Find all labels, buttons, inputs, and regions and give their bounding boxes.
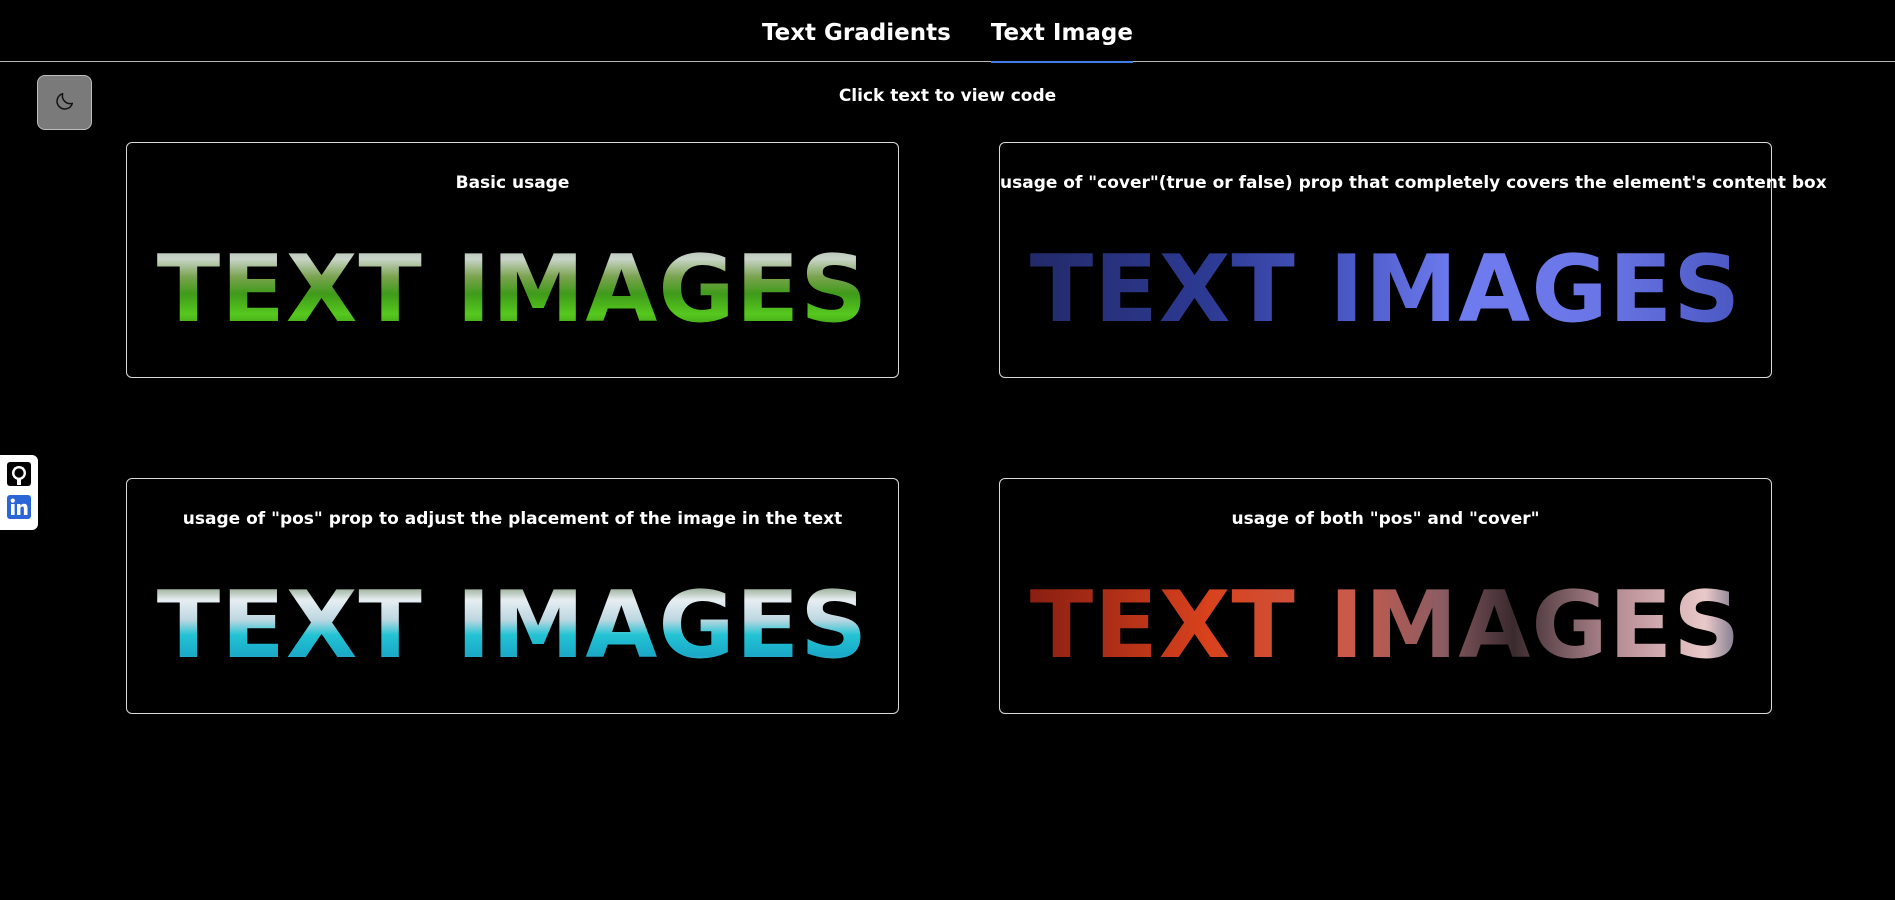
text-image-preview[interactable]: TEXT IMAGES	[127, 239, 898, 339]
linkedin-link[interactable]	[6, 494, 32, 524]
text-image-art[interactable]: TEXT IMAGES	[1030, 575, 1741, 675]
text-image-preview[interactable]: TEXT IMAGES	[127, 575, 898, 675]
card-title: Basic usage	[455, 173, 570, 193]
text-image-art[interactable]: TEXT IMAGES	[1030, 239, 1741, 339]
text-image-preview[interactable]: TEXT IMAGES	[1000, 575, 1771, 675]
top-nav-bar: Text Gradients Text Image	[0, 0, 1895, 63]
card-title: usage of "cover"(true or false) prop tha…	[1000, 173, 1827, 193]
social-links	[0, 455, 38, 530]
card-basic-usage[interactable]: Basic usage TEXT IMAGES	[126, 142, 899, 378]
tab-text-image[interactable]: Text Image	[990, 0, 1134, 63]
card-title: usage of "pos" prop to adjust the placem…	[182, 509, 843, 529]
text-image-art[interactable]: TEXT IMAGES	[157, 575, 868, 675]
card-cover-usage[interactable]: usage of "cover"(true or false) prop tha…	[999, 142, 1827, 378]
github-icon	[6, 461, 32, 491]
text-image-preview[interactable]: TEXT IMAGES	[1000, 239, 1771, 339]
card-pos-usage[interactable]: usage of "pos" prop to adjust the placem…	[126, 478, 899, 714]
tab-text-gradients[interactable]: Text Gradients	[762, 0, 951, 62]
card-title: usage of both "pos" and "cover"	[1231, 509, 1540, 529]
github-link[interactable]	[6, 461, 32, 491]
card-pos-and-cover-usage[interactable]: usage of both "pos" and "cover" TEXT IMA…	[999, 478, 1772, 714]
text-image-art[interactable]: TEXT IMAGES	[156, 239, 869, 339]
linkedin-icon	[6, 494, 32, 524]
hint-text: Click text to view code	[838, 86, 1057, 106]
tab-list: Text Gradients Text Image	[0, 0, 1895, 63]
